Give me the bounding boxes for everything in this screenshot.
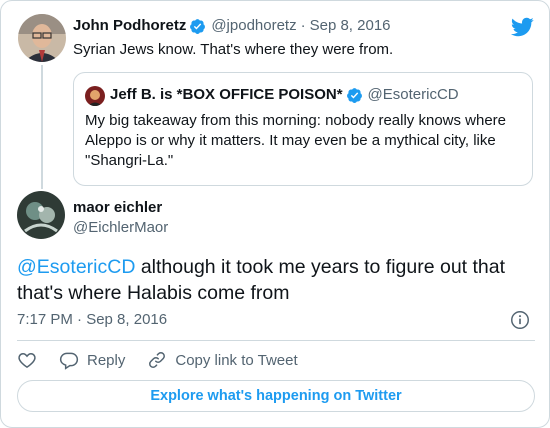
- quoted-author-avatar: [85, 86, 105, 106]
- mention-link[interactable]: @EsotericCD: [17, 256, 135, 278]
- twitter-bird-icon[interactable]: [510, 15, 534, 39]
- like-button[interactable]: [17, 350, 37, 370]
- parent-tweet-date[interactable]: Sep 8, 2016: [310, 17, 391, 35]
- tweet-actions: Reply Copy link to Tweet: [17, 347, 320, 373]
- reply-button[interactable]: Reply: [59, 350, 125, 370]
- main-author-name[interactable]: maor eichler: [73, 199, 162, 217]
- quoted-author-name: Jeff B. is *BOX OFFICE POISON*: [110, 86, 343, 103]
- parent-author-handle[interactable]: @jpodhoretz: [211, 17, 296, 35]
- copy-link-label: Copy link to Tweet: [175, 351, 298, 369]
- quoted-tweet-header: Jeff B. is *BOX OFFICE POISON* @Esoteric…: [110, 86, 459, 104]
- parent-tweet-text: Syrian Jews know. That's where they were…: [73, 41, 394, 58]
- quoted-tweet[interactable]: Jeff B. is *BOX OFFICE POISON* @Esoteric…: [73, 72, 533, 186]
- parent-author-avatar[interactable]: [18, 14, 66, 62]
- verified-badge-icon: [346, 87, 362, 103]
- main-tweet-text: @EsotericCD although it took me years to…: [17, 254, 537, 306]
- quoted-tweet-text: My big takeaway from this morning: nobod…: [85, 112, 507, 169]
- thread-connector-line: [41, 65, 43, 189]
- explore-twitter-button[interactable]: Explore what's happening on Twitter: [17, 380, 535, 412]
- parent-tweet-header: John Podhoretz @jpodhoretz · Sep 8, 2016: [73, 17, 391, 35]
- verified-badge-icon: [190, 18, 206, 34]
- tweet-timestamp[interactable]: 7:17 PM · Sep 8, 2016: [17, 310, 167, 330]
- separator-dot: ·: [300, 17, 306, 34]
- reply-label: Reply: [87, 351, 126, 369]
- reply-icon: [59, 352, 79, 370]
- link-icon: [149, 352, 166, 368]
- tweet-embed-card: John Podhoretz @jpodhoretz · Sep 8, 2016…: [0, 0, 550, 428]
- copy-link-button[interactable]: Copy link to Tweet: [147, 350, 298, 370]
- parent-author-name[interactable]: John Podhoretz: [73, 17, 186, 35]
- main-author-handle[interactable]: @EichlerMaor: [73, 219, 168, 237]
- quoted-author-handle: @EsotericCD: [367, 86, 459, 103]
- heart-icon: [18, 352, 36, 368]
- main-author-avatar[interactable]: [17, 191, 65, 239]
- divider: [17, 340, 535, 341]
- info-icon[interactable]: [509, 309, 531, 331]
